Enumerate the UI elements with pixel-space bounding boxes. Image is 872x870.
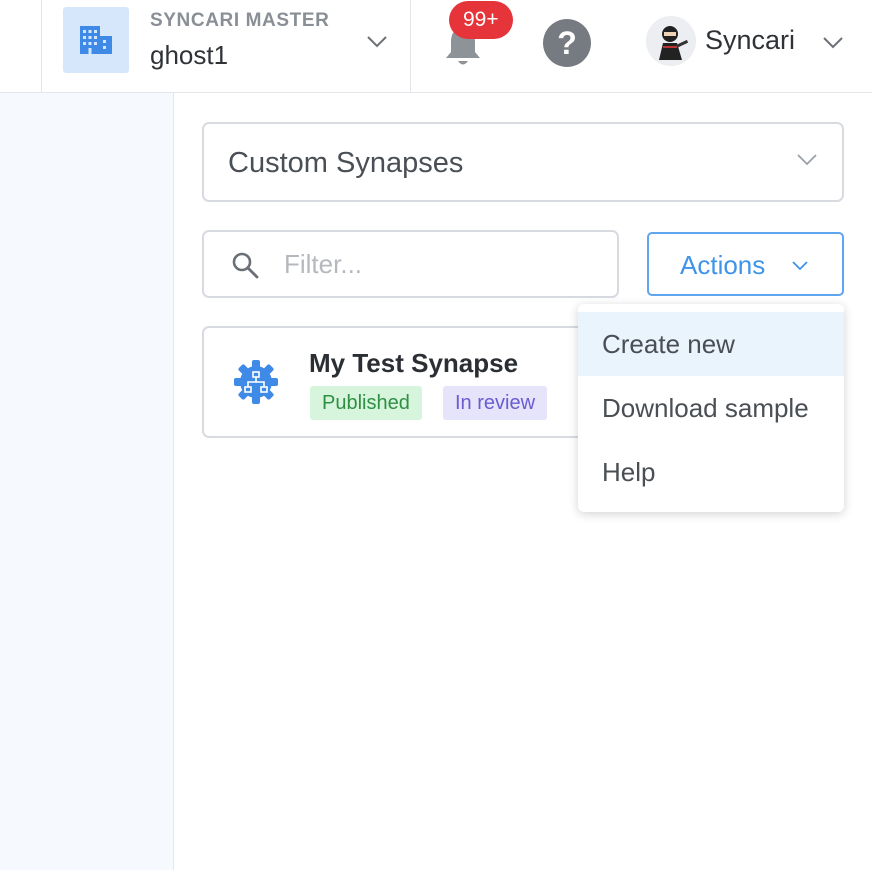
user-name: Syncari — [705, 25, 796, 55]
status-badge-published: Published — [310, 386, 422, 420]
synapse-type-select[interactable]: Custom Synapses — [202, 122, 844, 202]
chevron-down-icon — [367, 36, 387, 48]
building-icon — [63, 7, 129, 73]
synapse-card[interactable]: My Test Synapse Published In review — [202, 326, 602, 438]
menu-item-help[interactable]: Help — [578, 440, 844, 504]
topbar-divider — [410, 0, 411, 92]
top-bar: SYNCARI MASTER ghost1 99+ ? Syncari — [0, 0, 872, 93]
actions-button[interactable]: Actions — [647, 232, 844, 296]
help-icon[interactable]: ? — [543, 19, 591, 67]
synapse-title: My Test Synapse — [309, 348, 519, 378]
actions-label: Actions — [680, 250, 766, 280]
left-sidebar — [0, 93, 174, 870]
filter-field[interactable] — [202, 230, 619, 298]
user-menu[interactable]: Syncari — [646, 16, 856, 70]
select-value: Custom Synapses — [228, 147, 464, 179]
org-switcher[interactable]: SYNCARI MASTER ghost1 — [42, 0, 410, 92]
chevron-down-icon — [792, 261, 808, 271]
search-icon — [232, 252, 259, 279]
notification-badge[interactable]: 99+ — [449, 1, 513, 39]
org-label: SYNCARI MASTER — [150, 10, 330, 31]
menu-item-create-new[interactable]: Create new — [578, 312, 844, 376]
chevron-down-icon — [797, 154, 817, 166]
menu-item-download-sample[interactable]: Download sample — [578, 376, 844, 440]
avatar — [646, 16, 696, 66]
synapse-gear-icon — [234, 360, 278, 404]
org-name: ghost1 — [150, 40, 229, 70]
status-badge-in-review: In review — [443, 386, 548, 420]
actions-dropdown-menu: Create new Download sample Help — [578, 304, 844, 512]
filter-input[interactable] — [284, 244, 604, 284]
chevron-down-icon — [823, 37, 843, 49]
